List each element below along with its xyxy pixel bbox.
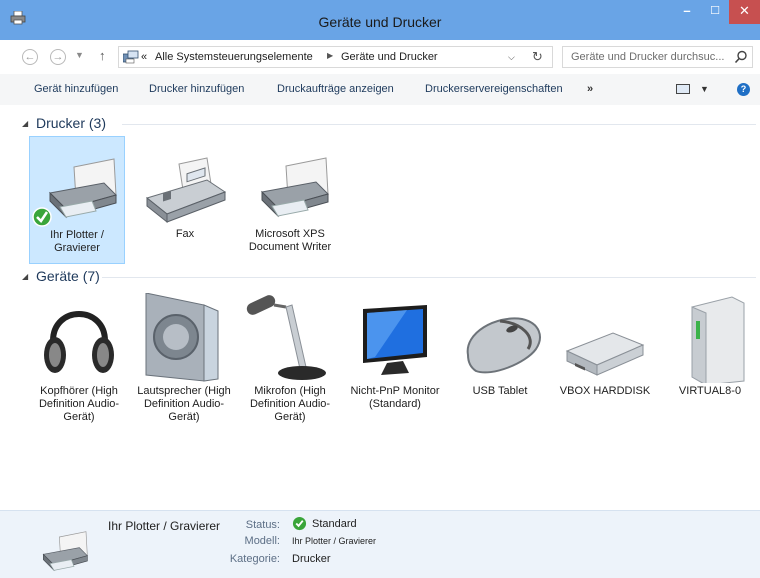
headphones-icon (44, 311, 114, 373)
drive-tower-icon (691, 296, 745, 383)
details-model-value: Ihr Plotter / Gravierer (292, 536, 377, 546)
arrow-left-icon: ← (24, 51, 36, 63)
device-label: VBOX HARDDISK (559, 385, 651, 397)
device-item-fax[interactable]: Fax (137, 136, 233, 264)
add-printer-button[interactable]: Drucker hinzufügen (149, 83, 244, 95)
speaker-icon (145, 293, 219, 382)
help-icon[interactable]: ? (737, 83, 750, 96)
command-bar: Gerät hinzufügen Drucker hinzufügen Druc… (0, 74, 760, 106)
breadcrumb-separator-icon[interactable]: ▶ (327, 51, 333, 60)
address-field[interactable]: « Alle Systemsteuerungselemente ▶ Geräte… (118, 46, 553, 68)
chevron-down-icon: ▼ (75, 50, 84, 60)
device-item-microphone[interactable]: Mikrofon (High Definition Audio-Gerät) (242, 293, 338, 433)
group-header-printers[interactable]: ◢ Drucker (3) (22, 115, 756, 135)
group-divider (122, 124, 756, 125)
group-title: Drucker (3) (36, 115, 107, 131)
title-bar[interactable]: Geräte und Drucker – ☐ ✕ (0, 0, 760, 40)
fax-icon (145, 157, 227, 224)
close-icon: ✕ (739, 3, 750, 18)
search-box[interactable]: Geräte und Drucker durchsuc... (562, 46, 753, 68)
device-label: VIRTUAL8-0 (678, 385, 742, 397)
details-category-value: Drucker (292, 553, 331, 565)
device-item-speakers[interactable]: Lautsprecher (High Definition Audio-Gerä… (136, 293, 232, 433)
breadcrumb-control-panel[interactable]: Alle Systemsteuerungselemente (155, 51, 313, 63)
control-panel-icon (123, 50, 139, 64)
search-input[interactable]: Geräte und Drucker durchsuc... (571, 51, 724, 63)
details-category-key: Kategorie: (229, 553, 280, 565)
collapse-triangle-icon[interactable]: ◢ (22, 272, 28, 281)
device-item-headphones[interactable]: Kopfhörer (High Definition Audio-Gerät) (31, 293, 127, 433)
breadcrumb-devices-printers[interactable]: Geräte und Drucker (341, 51, 438, 63)
device-label: USB Tablet (472, 385, 528, 397)
group-divider (102, 277, 756, 278)
details-status-value: Standard (312, 518, 357, 530)
device-item-harddisk[interactable]: VBOX HARDDISK (557, 293, 653, 433)
printer-icon (42, 531, 88, 572)
forward-button[interactable]: → (50, 49, 66, 65)
address-dropdown-icon[interactable]: ⌵ (508, 52, 515, 63)
details-status-key: Status: (245, 519, 280, 531)
device-label: Fax (175, 228, 195, 240)
printer-default-icon (32, 158, 117, 227)
view-options-icon[interactable] (676, 84, 690, 94)
device-label: Nicht-PnP Monitor (Standard) (350, 385, 440, 410)
device-item-plotter[interactable]: Ihr Plotter / Gravierer (29, 136, 125, 264)
recent-locations-button[interactable]: ▼ (75, 50, 84, 60)
group-header-devices[interactable]: ◢ Geräte (7) (22, 268, 756, 288)
print-jobs-button[interactable]: Druckaufträge anzeigen (277, 83, 394, 95)
device-item-virtual-drive[interactable]: VIRTUAL8-0 (662, 293, 758, 433)
breadcrumb-overflow[interactable]: « (141, 51, 147, 63)
search-icon[interactable] (734, 50, 748, 64)
navigation-bar: ← → ▼ ↑ « Alle Systemsteuerungselemente … (0, 40, 760, 75)
refresh-icon[interactable]: ↻ (532, 49, 543, 65)
device-item-usb-tablet[interactable]: USB Tablet (452, 293, 548, 433)
device-label: Ihr Plotter / Gravierer (50, 229, 104, 254)
add-device-button[interactable]: Gerät hinzufügen (34, 83, 118, 95)
details-model-key: Modell: (244, 535, 280, 547)
arrow-up-icon: ↑ (99, 48, 106, 63)
arrow-right-icon: → (52, 51, 64, 63)
details-pane: Ihr Plotter / Gravierer Status: Standard… (0, 510, 760, 578)
collapse-triangle-icon[interactable]: ◢ (22, 119, 28, 128)
group-title: Geräte (7) (36, 268, 100, 284)
window-title: Geräte und Drucker (318, 14, 442, 30)
mouse-icon (466, 317, 541, 374)
items-view: ◢ Drucker (3) Ihr Plotter / Gravierer Fa… (0, 105, 760, 510)
microphone-icon (246, 295, 326, 380)
device-label: Mikrofon (High Definition Audio-Gerät) (249, 385, 331, 423)
printer-icon (260, 157, 329, 218)
device-item-xps-writer[interactable]: Microsoft XPS Document Writer (242, 136, 338, 264)
status-ok-icon (292, 516, 307, 531)
harddisk-icon (565, 332, 645, 376)
maximize-button[interactable]: ☐ (701, 0, 729, 24)
minimize-button[interactable]: – (673, 0, 701, 24)
view-dropdown-icon[interactable]: ▼ (700, 84, 709, 94)
close-button[interactable]: ✕ (729, 0, 760, 24)
device-label: Lautsprecher (High Definition Audio-Gerä… (137, 385, 231, 423)
device-label: Microsoft XPS Document Writer (248, 228, 332, 253)
up-button[interactable]: ↑ (99, 48, 106, 63)
maximize-icon: ☐ (710, 5, 720, 17)
print-server-properties-button[interactable]: Druckerservereigenschaften (425, 83, 563, 95)
window: Geräte und Drucker – ☐ ✕ ← → ▼ ↑ « Alle … (0, 0, 760, 578)
back-button[interactable]: ← (22, 49, 38, 65)
monitor-icon (363, 305, 427, 375)
device-label: Kopfhörer (High Definition Audio-Gerät) (38, 385, 120, 423)
device-item-monitor[interactable]: Nicht-PnP Monitor (Standard) (347, 293, 443, 433)
minimize-icon: – (683, 3, 691, 18)
more-commands-button[interactable]: » (587, 83, 593, 95)
